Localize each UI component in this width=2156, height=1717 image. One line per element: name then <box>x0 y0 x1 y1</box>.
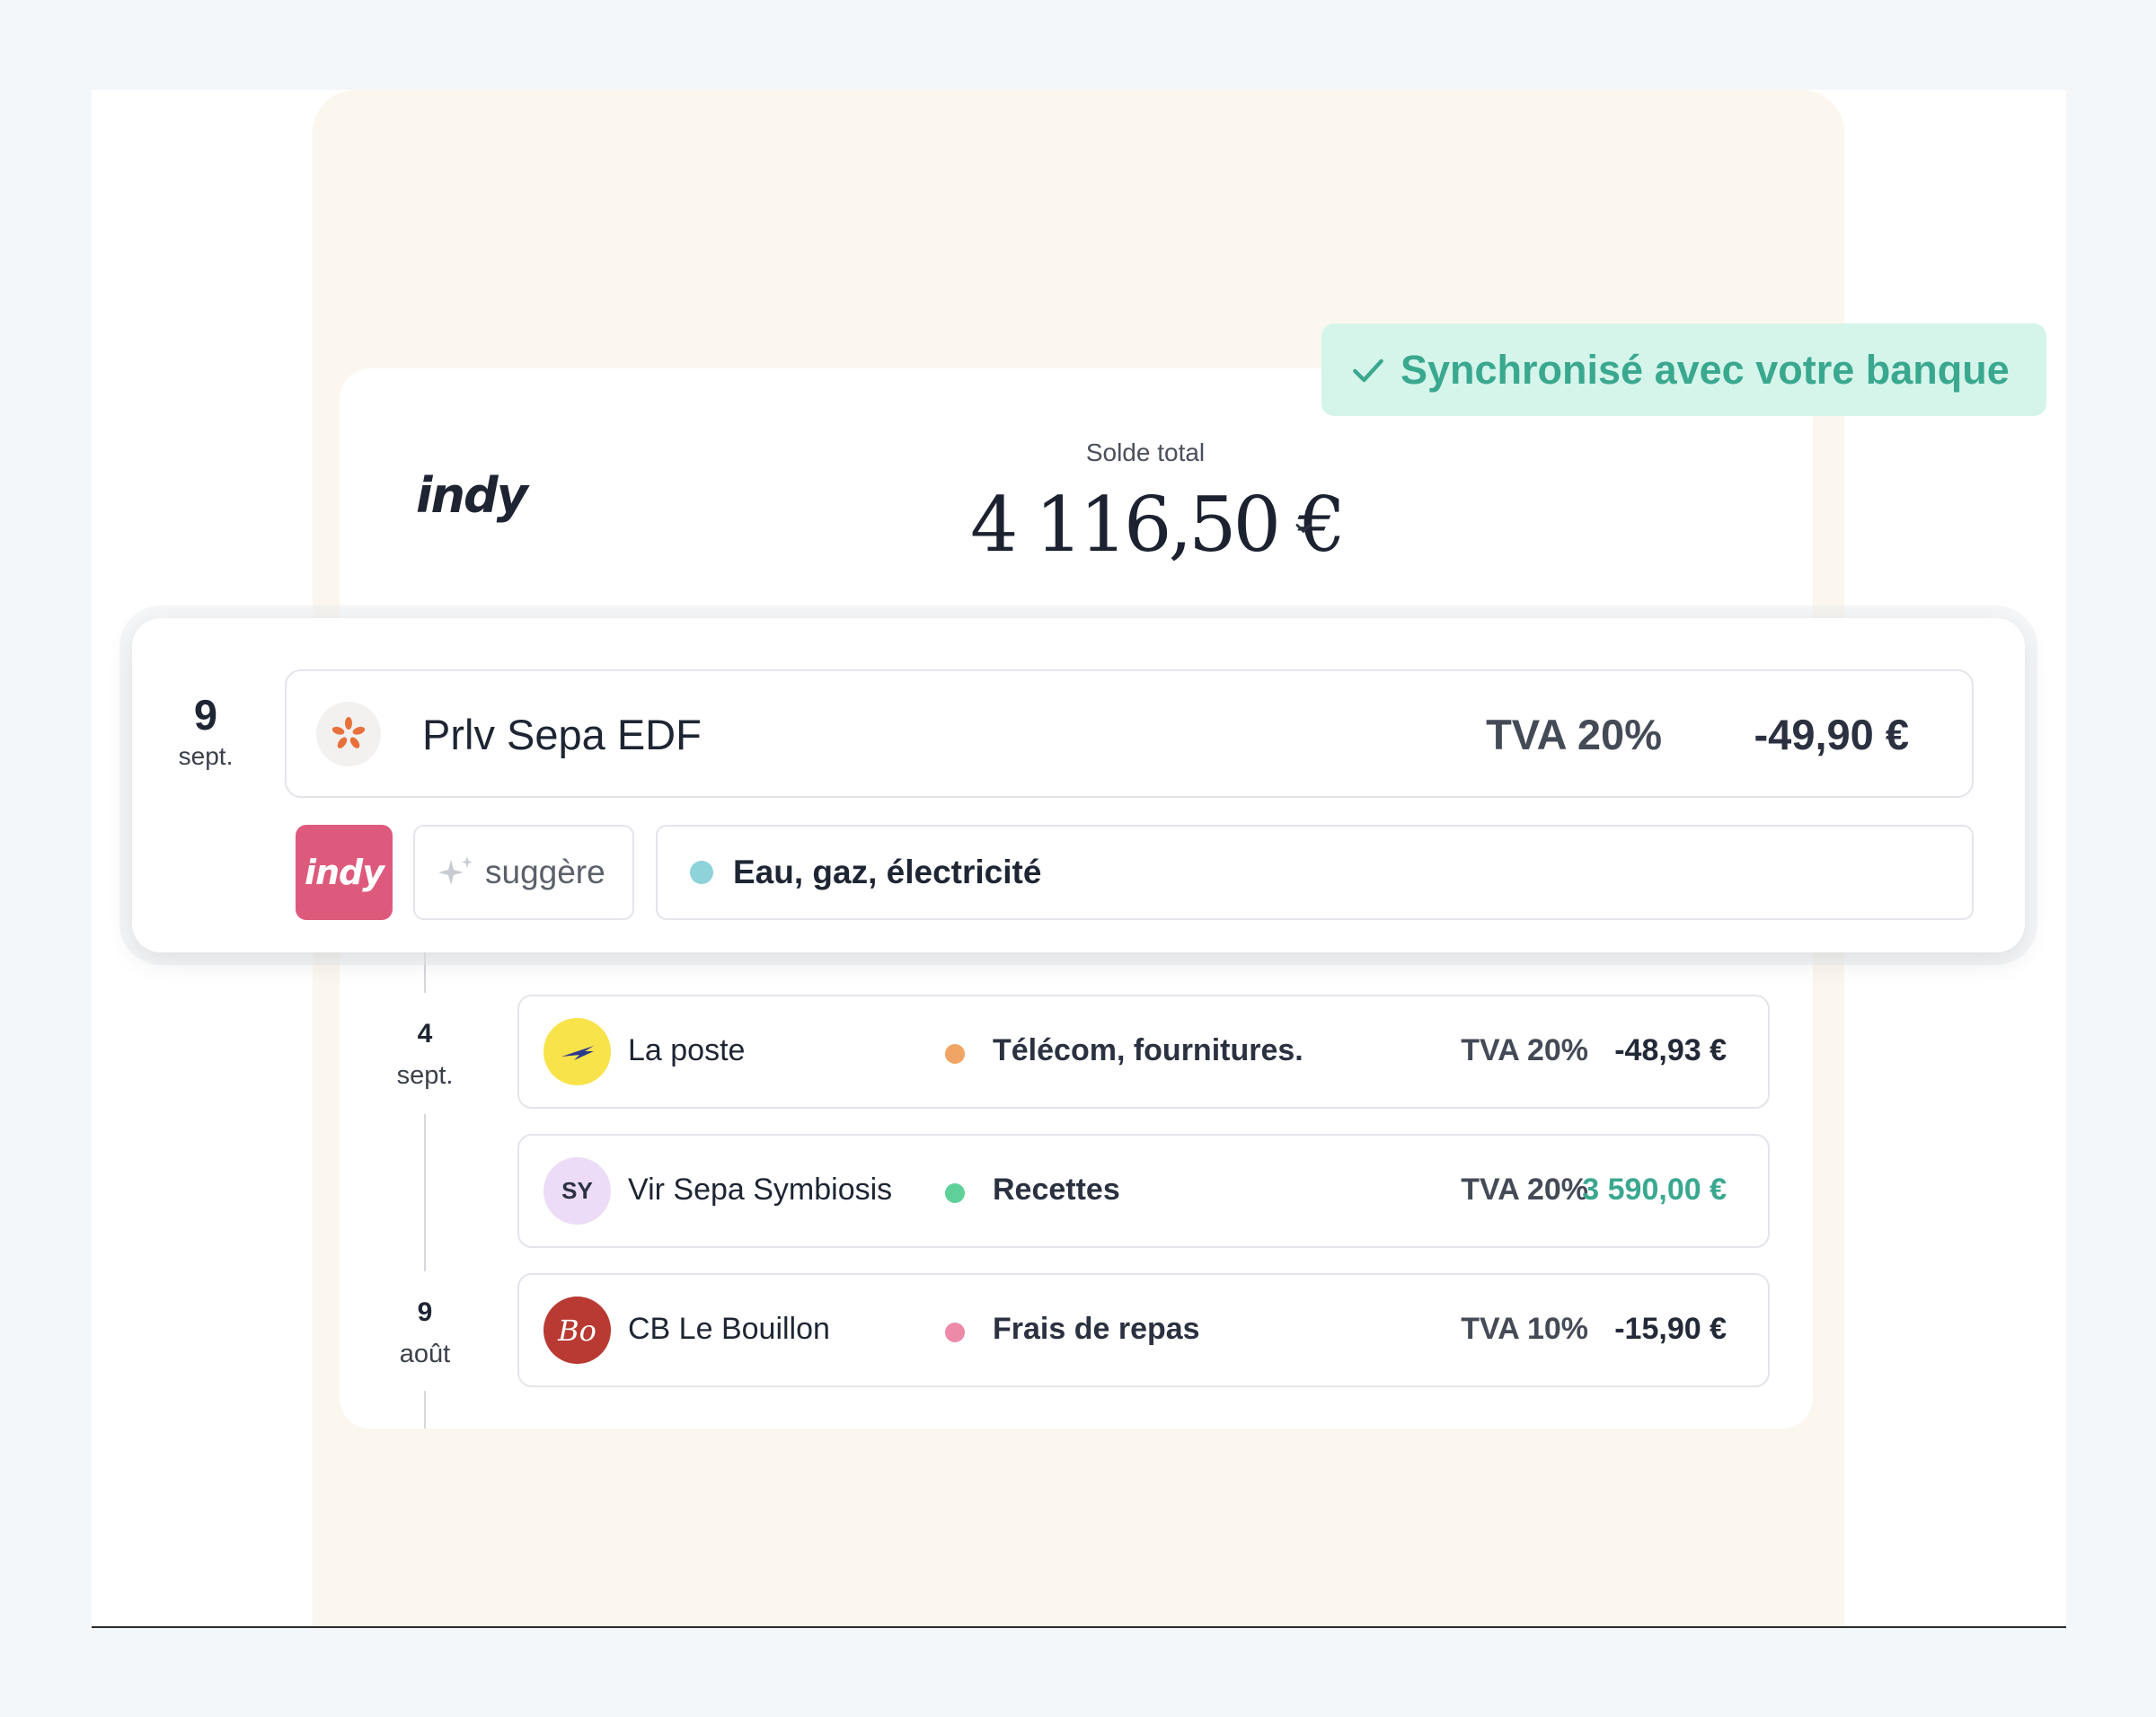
transaction-category[interactable]: Frais de repas <box>993 1312 1200 1347</box>
category-label: Eau, gaz, électricité <box>733 854 1042 890</box>
transaction-row[interactable]: Bo CB Le Bouillon Frais de repas TVA 10%… <box>517 1273 1770 1387</box>
transaction-category[interactable]: Recettes <box>993 1173 1120 1208</box>
transaction-name: Prlv Sepa EDF <box>422 711 702 758</box>
indy-ai-logo: indy <box>296 825 393 920</box>
transaction-name: La poste <box>628 1033 746 1067</box>
timeline-line <box>424 1114 426 1271</box>
transaction-date-month: août <box>399 1340 451 1368</box>
le-bouillon-logo-icon: Bo <box>543 1297 611 1364</box>
sync-status-badge: Synchronisé avec votre banque <box>1321 323 2046 416</box>
transaction-date-day: 9 <box>193 691 218 739</box>
sync-status-label: Synchronisé avec votre banque <box>1401 346 2010 393</box>
transaction-amount: -15,90 € <box>1614 1312 1727 1346</box>
avatar-initials: Bo <box>558 1313 596 1348</box>
bird-icon <box>561 1045 594 1060</box>
timeline-line <box>424 1391 426 1429</box>
suggest-label: suggère <box>485 854 605 890</box>
transaction-category[interactable]: Télécom, fournitures. <box>993 1033 1303 1068</box>
transaction-row[interactable]: SY Vir Sepa Symbiosis Recettes TVA 20% 3… <box>517 1134 1770 1248</box>
sparkle-icon <box>438 856 473 885</box>
timeline-line <box>424 952 426 993</box>
avatar-initials: SY <box>561 1177 593 1204</box>
transaction-amount: -48,93 € <box>1614 1033 1727 1067</box>
transaction-name: CB Le Bouillon <box>628 1312 830 1346</box>
transaction-tva: TVA 20% <box>1486 711 1662 758</box>
transaction-row[interactable]: La poste Télécom, fournitures. TVA 20% -… <box>517 995 1770 1109</box>
transaction-date-day: 4 <box>417 1019 433 1049</box>
ai-suggestion-tag: suggère <box>413 825 634 920</box>
category-dot <box>945 1183 965 1203</box>
balance-label: Solde total <box>1085 438 1206 466</box>
transaction-date-month: sept. <box>396 1061 454 1090</box>
edf-logo-icon <box>316 702 381 766</box>
transaction-name: Vir Sepa Symbiosis <box>628 1173 893 1207</box>
transaction-date-day: 9 <box>417 1297 433 1327</box>
category-selector[interactable]: Eau, gaz, électricité <box>656 825 1974 920</box>
transaction-amount: -49,90 € <box>1754 711 1909 758</box>
avatar: SY <box>543 1157 611 1225</box>
category-dot <box>945 1323 965 1342</box>
flower-icon <box>331 717 366 748</box>
balance-value[interactable]: 4 116,50 € <box>970 481 1346 569</box>
transaction-date-month: sept. <box>178 742 234 770</box>
category-dot <box>945 1044 965 1064</box>
indy-logo: indy <box>416 467 528 524</box>
chevron-down-icon[interactable] <box>1291 516 1316 541</box>
la-poste-logo-icon <box>543 1018 611 1085</box>
check-icon <box>1353 358 1383 382</box>
transaction-amount: 3 590,00 € <box>1582 1173 1727 1207</box>
category-dot <box>690 861 713 884</box>
